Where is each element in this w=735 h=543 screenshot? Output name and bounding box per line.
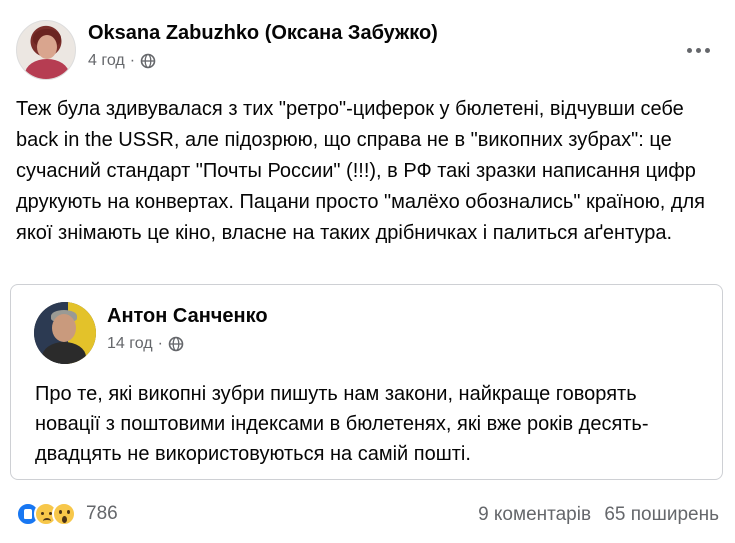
- shared-author-avatar[interactable]: [34, 302, 96, 364]
- shared-time[interactable]: 14 год: [107, 335, 153, 353]
- meta-separator: ·: [129, 52, 136, 69]
- more-options-icon[interactable]: [680, 32, 716, 68]
- globe-icon[interactable]: [140, 53, 156, 69]
- shared-post[interactable]: Антон Санченко 14 год · Про те, які вико…: [10, 284, 723, 480]
- shared-text: Про те, які викопні зубри пишуть нам зак…: [35, 383, 649, 465]
- author-name[interactable]: Oksana Zabuzhko (Оксана Забужко): [88, 22, 438, 45]
- reactions-summary[interactable]: 786: [16, 502, 118, 526]
- post-text: Теж була здивувалася з тих "ретро"-цифер…: [16, 98, 705, 244]
- shared-meta: 14 год ·: [107, 335, 184, 353]
- comments-count[interactable]: 9 коментарів: [478, 504, 591, 525]
- globe-icon[interactable]: [168, 336, 184, 352]
- wow-icon: [52, 502, 76, 526]
- engagement-counts: 9 коментарів 65 поширень: [478, 504, 719, 526]
- post-time[interactable]: 4 год: [88, 52, 125, 70]
- post-header: Oksana Zabuzhko (Оксана Забужко) 4 год ·: [16, 16, 716, 80]
- shared-author-name[interactable]: Антон Санченко: [107, 305, 268, 328]
- reaction-count[interactable]: 786: [86, 503, 118, 525]
- facebook-post: Oksana Zabuzhko (Оксана Забужко) 4 год ·…: [0, 0, 735, 543]
- author-avatar[interactable]: [16, 20, 76, 80]
- avatar-face: [52, 314, 76, 342]
- avatar-body: [42, 342, 86, 364]
- post-meta: 4 год ·: [88, 52, 156, 70]
- shares-count[interactable]: 65 поширень: [604, 504, 719, 525]
- avatar-face: [37, 35, 57, 59]
- post-footer: 786 9 коментарів 65 поширень: [16, 500, 719, 532]
- avatar-shoulders: [25, 59, 69, 79]
- meta-separator: ·: [157, 335, 163, 352]
